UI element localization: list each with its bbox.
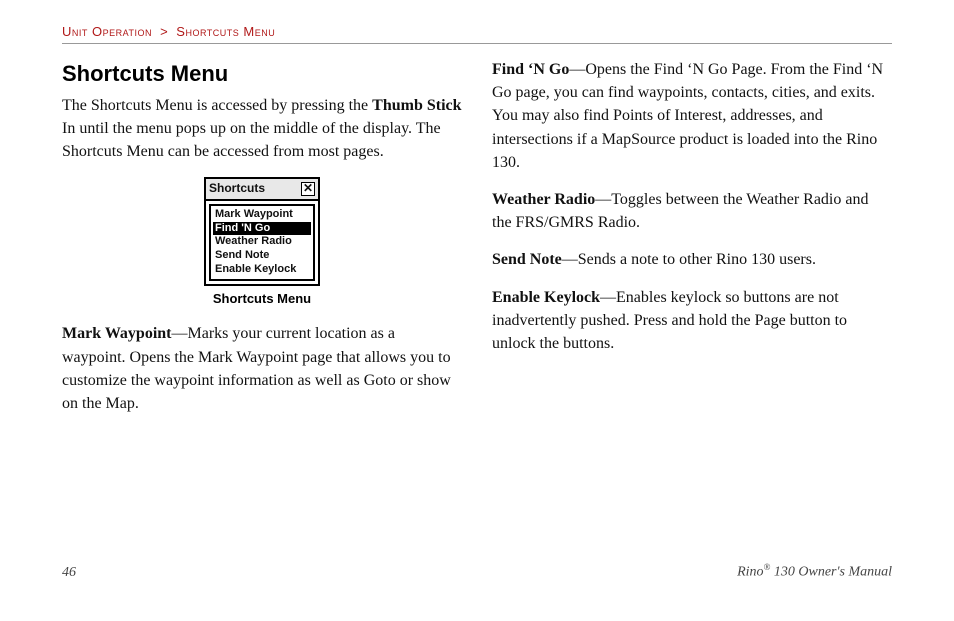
enable-keylock-label: Enable Keylock — [492, 289, 600, 306]
find-n-go-label: Find ‘N Go — [492, 61, 569, 78]
page-number: 46 — [62, 565, 76, 581]
right-column: Find ‘N Go—Opens the Find ‘N Go Page. Fr… — [492, 58, 892, 429]
weather-radio-paragraph: Weather Radio—Toggles between the Weathe… — [492, 188, 892, 234]
left-column: Shortcuts Menu The Shortcuts Menu is acc… — [62, 58, 462, 429]
shortcuts-menu-box: Shortcuts ✕ Mark Waypoint Find 'N Go Wea… — [204, 177, 320, 285]
menu-item-mark-waypoint[interactable]: Mark Waypoint — [213, 208, 311, 222]
shortcuts-figure: Shortcuts ✕ Mark Waypoint Find 'N Go Wea… — [62, 177, 462, 308]
shortcuts-menu-list: Mark Waypoint Find 'N Go Weather Radio S… — [209, 204, 315, 281]
mark-waypoint-label: Mark Waypoint — [62, 325, 172, 342]
weather-radio-label: Weather Radio — [492, 191, 595, 208]
intro-paragraph: The Shortcuts Menu is accessed by pressi… — [62, 94, 462, 164]
intro-bold-thumbstick: Thumb Stick — [372, 97, 461, 114]
manual-title-2: 130 Owner's Manual — [770, 565, 892, 580]
menu-item-find-n-go[interactable]: Find 'N Go — [213, 222, 311, 236]
menu-item-send-note[interactable]: Send Note — [213, 249, 311, 263]
manual-title-1: Rino — [737, 565, 763, 580]
content-columns: Shortcuts Menu The Shortcuts Menu is acc… — [62, 58, 892, 429]
shortcuts-header-title: Shortcuts — [209, 180, 265, 197]
figure-caption: Shortcuts Menu — [62, 290, 462, 309]
intro-text-2: In until the menu pops up on the middle … — [62, 120, 441, 160]
top-rule — [62, 43, 892, 44]
send-note-text: —Sends a note to other Rino 130 users. — [562, 251, 816, 268]
mark-waypoint-paragraph: Mark Waypoint—Marks your current locatio… — [62, 322, 462, 415]
menu-item-weather-radio[interactable]: Weather Radio — [213, 235, 311, 249]
manual-title: Rino® 130 Owner's Manual — [737, 562, 892, 581]
breadcrumb-section: Unit Operation — [62, 24, 152, 39]
intro-text-1: The Shortcuts Menu is accessed by pressi… — [62, 97, 372, 114]
breadcrumb: Unit Operation > Shortcuts Menu — [62, 24, 892, 39]
menu-item-enable-keylock[interactable]: Enable Keylock — [213, 263, 311, 277]
breadcrumb-sep: > — [160, 24, 168, 39]
send-note-label: Send Note — [492, 251, 562, 268]
page-footer: 46 Rino® 130 Owner's Manual — [62, 562, 892, 581]
breadcrumb-page: Shortcuts Menu — [176, 24, 275, 39]
shortcuts-header: Shortcuts ✕ — [206, 179, 318, 200]
section-title: Shortcuts Menu — [62, 58, 462, 90]
close-icon[interactable]: ✕ — [301, 182, 315, 196]
enable-keylock-paragraph: Enable Keylock—Enables keylock so button… — [492, 286, 892, 356]
send-note-paragraph: Send Note—Sends a note to other Rino 130… — [492, 248, 892, 271]
find-n-go-paragraph: Find ‘N Go—Opens the Find ‘N Go Page. Fr… — [492, 58, 892, 174]
